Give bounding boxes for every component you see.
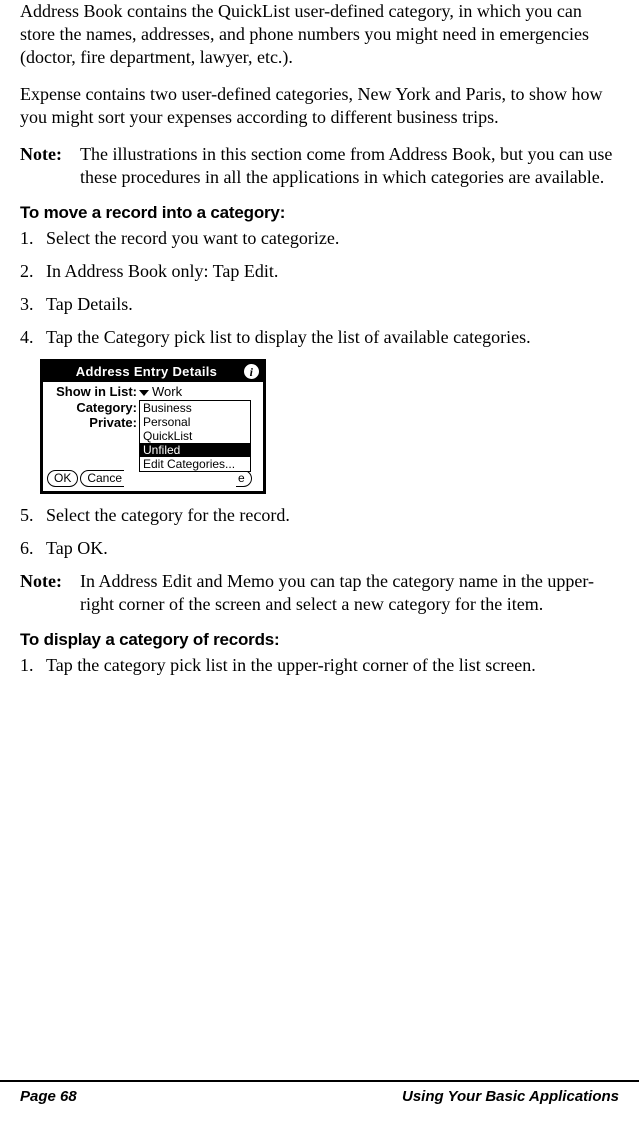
subheading-display-category: To display a category of records:: [20, 630, 619, 650]
step-4: 4.Tap the Category pick list to display …: [20, 326, 619, 349]
note-text: The illustrations in this section come f…: [80, 143, 619, 189]
manual-page: Address Book contains the QuickList user…: [0, 0, 639, 1131]
menu-item-business[interactable]: Business: [140, 401, 250, 415]
step-1: 1.Select the record you want to categori…: [20, 227, 619, 250]
chevron-down-icon: [139, 390, 149, 396]
note-label: Note:: [20, 143, 80, 189]
show-in-list-row: Show in List: Work: [47, 385, 259, 399]
note-text: In Address Edit and Memo you can tap the…: [80, 570, 619, 616]
category-menu[interactable]: Business Personal QuickList Unfiled Edit…: [139, 400, 251, 472]
chapter-title: Using Your Basic Applications: [402, 1088, 619, 1105]
menu-item-unfiled[interactable]: Unfiled: [140, 443, 250, 457]
button-fragment: e: [236, 470, 252, 487]
steps-move-record: 1.Select the record you want to categori…: [20, 227, 619, 349]
palm-dialog: Address Entry Details i Show in List: Wo…: [40, 359, 266, 494]
step-5: 5.Select the category for the record.: [20, 504, 619, 527]
menu-item-personal[interactable]: Personal: [140, 415, 250, 429]
note-1: Note: The illustrations in this section …: [20, 143, 619, 189]
intro-paragraph-2: Expense contains two user-defined catego…: [20, 83, 619, 129]
menu-item-quicklist[interactable]: QuickList: [140, 429, 250, 443]
steps-display-category: 1.Tap the category pick list in the uppe…: [20, 654, 619, 677]
intro-paragraph-1: Address Book contains the QuickList user…: [20, 0, 619, 69]
palm-button-row: OK Cance e: [47, 470, 259, 487]
ok-button[interactable]: OK: [47, 470, 78, 487]
step-3: 3.Tap Details.: [20, 293, 619, 316]
steps-move-record-cont: 5.Select the category for the record. 6.…: [20, 504, 619, 560]
menu-item-edit-categories[interactable]: Edit Categories...: [140, 457, 250, 471]
cancel-button[interactable]: Cance: [80, 470, 124, 487]
note-label: Note:: [20, 570, 80, 616]
show-in-list-picker[interactable]: Work: [139, 385, 182, 399]
step-1b: 1.Tap the category pick list in the uppe…: [20, 654, 619, 677]
subheading-move-record: To move a record into a category:: [20, 203, 619, 223]
page-footer: Page 68 Using Your Basic Applications: [0, 1080, 639, 1105]
step-6: 6.Tap OK.: [20, 537, 619, 560]
info-icon[interactable]: i: [244, 364, 259, 379]
category-label: Category:: [47, 401, 139, 415]
show-in-list-label: Show in List:: [47, 385, 139, 399]
note-2: Note: In Address Edit and Memo you can t…: [20, 570, 619, 616]
step-2: 2.In Address Book only: Tap Edit.: [20, 260, 619, 283]
private-label: Private:: [47, 416, 139, 430]
palm-body: Show in List: Work Category: Private: Bu…: [43, 382, 263, 491]
palm-title: Address Entry Details: [49, 365, 244, 379]
page-number: Page 68: [20, 1088, 77, 1105]
palm-titlebar: Address Entry Details i: [43, 362, 263, 382]
